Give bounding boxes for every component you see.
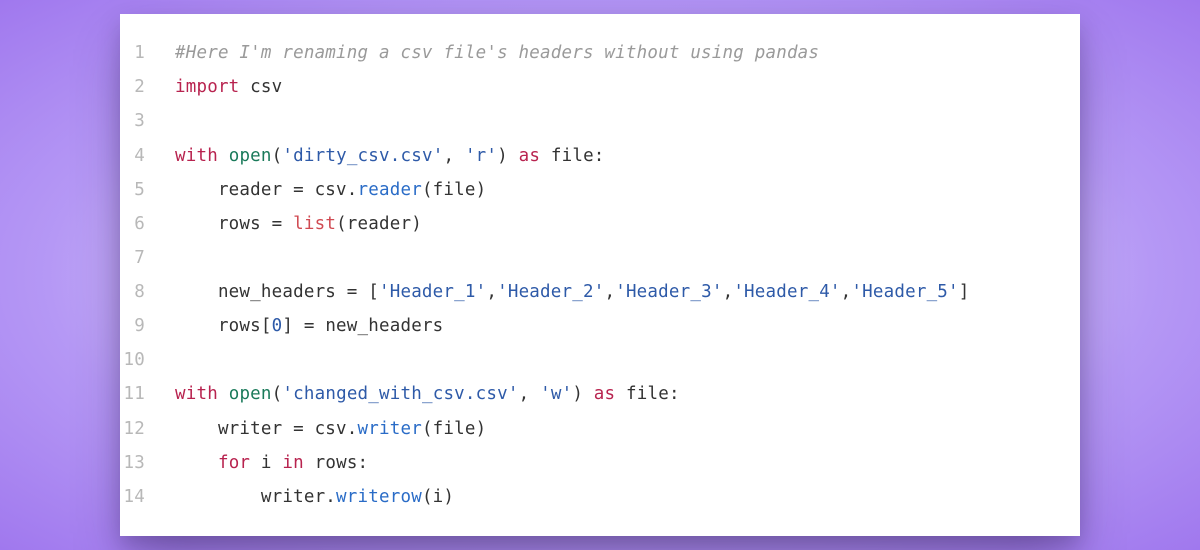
- code-line: 1#Here I'm renaming a csv file's headers…: [120, 36, 1040, 70]
- code-line: 8 new_headers = ['Header_1','Header_2','…: [120, 275, 1040, 309]
- code-content: [175, 343, 186, 377]
- line-number: 4: [120, 139, 175, 173]
- line-number: 2: [120, 70, 175, 104]
- code-token: ): [497, 146, 518, 166]
- code-token: with: [175, 384, 218, 404]
- code-token: writer = csv.: [175, 419, 358, 439]
- code-content: writer = csv.writer(file): [175, 412, 486, 446]
- code-token: csv: [239, 77, 282, 97]
- code-token: 'Header_4': [733, 282, 840, 302]
- code-token: [218, 146, 229, 166]
- code-token: open: [229, 146, 272, 166]
- code-token: ]: [959, 282, 970, 302]
- code-token: import: [175, 77, 239, 97]
- code-token: (file): [422, 419, 486, 439]
- code-line: 10: [120, 343, 1040, 377]
- code-token: 'r': [465, 146, 497, 166]
- code-line: 9 rows[0] = new_headers: [120, 309, 1040, 343]
- code-content: #Here I'm renaming a csv file's headers …: [175, 36, 819, 70]
- code-token: file:: [615, 384, 679, 404]
- code-token: (: [272, 384, 283, 404]
- code-token: 0: [272, 316, 283, 336]
- code-token: rows:: [304, 453, 368, 473]
- line-number: 13: [120, 446, 175, 480]
- code-token: open: [229, 384, 272, 404]
- code-token: ] = new_headers: [282, 316, 443, 336]
- line-number: 12: [120, 412, 175, 446]
- code-content: for i in rows:: [175, 446, 368, 480]
- code-line: 14 writer.writerow(i): [120, 480, 1040, 514]
- code-line: 11with open('changed_with_csv.csv', 'w')…: [120, 377, 1040, 411]
- code-token: 'Header_5': [851, 282, 958, 302]
- code-token: in: [282, 453, 303, 473]
- code-block: 1#Here I'm renaming a csv file's headers…: [120, 36, 1040, 514]
- code-token: 'w': [540, 384, 572, 404]
- code-token: 'Header_2': [497, 282, 604, 302]
- code-token: ,: [723, 282, 734, 302]
- code-token: as: [519, 146, 540, 166]
- line-number: 11: [120, 377, 175, 411]
- code-line: 3: [120, 104, 1040, 138]
- code-line: 12 writer = csv.writer(file): [120, 412, 1040, 446]
- code-token: ): [572, 384, 593, 404]
- code-line: 7: [120, 241, 1040, 275]
- code-token: (file): [422, 180, 486, 200]
- code-content: with open('changed_with_csv.csv', 'w') a…: [175, 377, 680, 411]
- code-token: writer: [358, 419, 422, 439]
- code-token: for: [218, 453, 250, 473]
- code-token: writerow: [336, 487, 422, 507]
- code-snippet-card: 1#Here I'm renaming a csv file's headers…: [120, 14, 1080, 536]
- code-token: [175, 453, 218, 473]
- code-token: rows[: [175, 316, 272, 336]
- line-number: 3: [120, 104, 175, 138]
- code-content: rows = list(reader): [175, 207, 422, 241]
- code-token: reader: [358, 180, 422, 200]
- code-token: writer.: [175, 487, 336, 507]
- code-content: rows[0] = new_headers: [175, 309, 443, 343]
- code-token: new_headers = [: [175, 282, 379, 302]
- code-line: 5 reader = csv.reader(file): [120, 173, 1040, 207]
- code-token: #Here I'm renaming a csv file's headers …: [175, 43, 819, 63]
- code-token: reader = csv.: [175, 180, 358, 200]
- code-token: 'Header_3': [615, 282, 722, 302]
- line-number: 1: [120, 36, 175, 70]
- code-token: (i): [422, 487, 454, 507]
- code-content: reader = csv.reader(file): [175, 173, 486, 207]
- code-content: new_headers = ['Header_1','Header_2','He…: [175, 275, 970, 309]
- code-token: ,: [841, 282, 852, 302]
- code-line: 2import csv: [120, 70, 1040, 104]
- code-line: 6 rows = list(reader): [120, 207, 1040, 241]
- code-token: ,: [519, 384, 540, 404]
- code-token: ,: [604, 282, 615, 302]
- code-token: as: [594, 384, 615, 404]
- code-token: 'dirty_csv.csv': [282, 146, 443, 166]
- code-token: rows =: [175, 214, 293, 234]
- code-content: import csv: [175, 70, 282, 104]
- line-number: 8: [120, 275, 175, 309]
- code-token: with: [175, 146, 218, 166]
- code-token: 'changed_with_csv.csv': [282, 384, 518, 404]
- code-line: 4with open('dirty_csv.csv', 'r') as file…: [120, 139, 1040, 173]
- code-line: 13 for i in rows:: [120, 446, 1040, 480]
- code-token: file:: [540, 146, 604, 166]
- code-token: (reader): [336, 214, 422, 234]
- line-number: 9: [120, 309, 175, 343]
- code-content: writer.writerow(i): [175, 480, 454, 514]
- code-token: list: [293, 214, 336, 234]
- line-number: 7: [120, 241, 175, 275]
- code-token: 'Header_1': [379, 282, 486, 302]
- code-token: ,: [443, 146, 464, 166]
- code-content: [175, 241, 186, 275]
- code-token: (: [272, 146, 283, 166]
- line-number: 14: [120, 480, 175, 514]
- code-token: [218, 384, 229, 404]
- code-content: with open('dirty_csv.csv', 'r') as file:: [175, 139, 605, 173]
- line-number: 5: [120, 173, 175, 207]
- code-token: ,: [486, 282, 497, 302]
- line-number: 6: [120, 207, 175, 241]
- code-content: [175, 104, 186, 138]
- line-number: 10: [120, 343, 175, 377]
- code-token: i: [250, 453, 282, 473]
